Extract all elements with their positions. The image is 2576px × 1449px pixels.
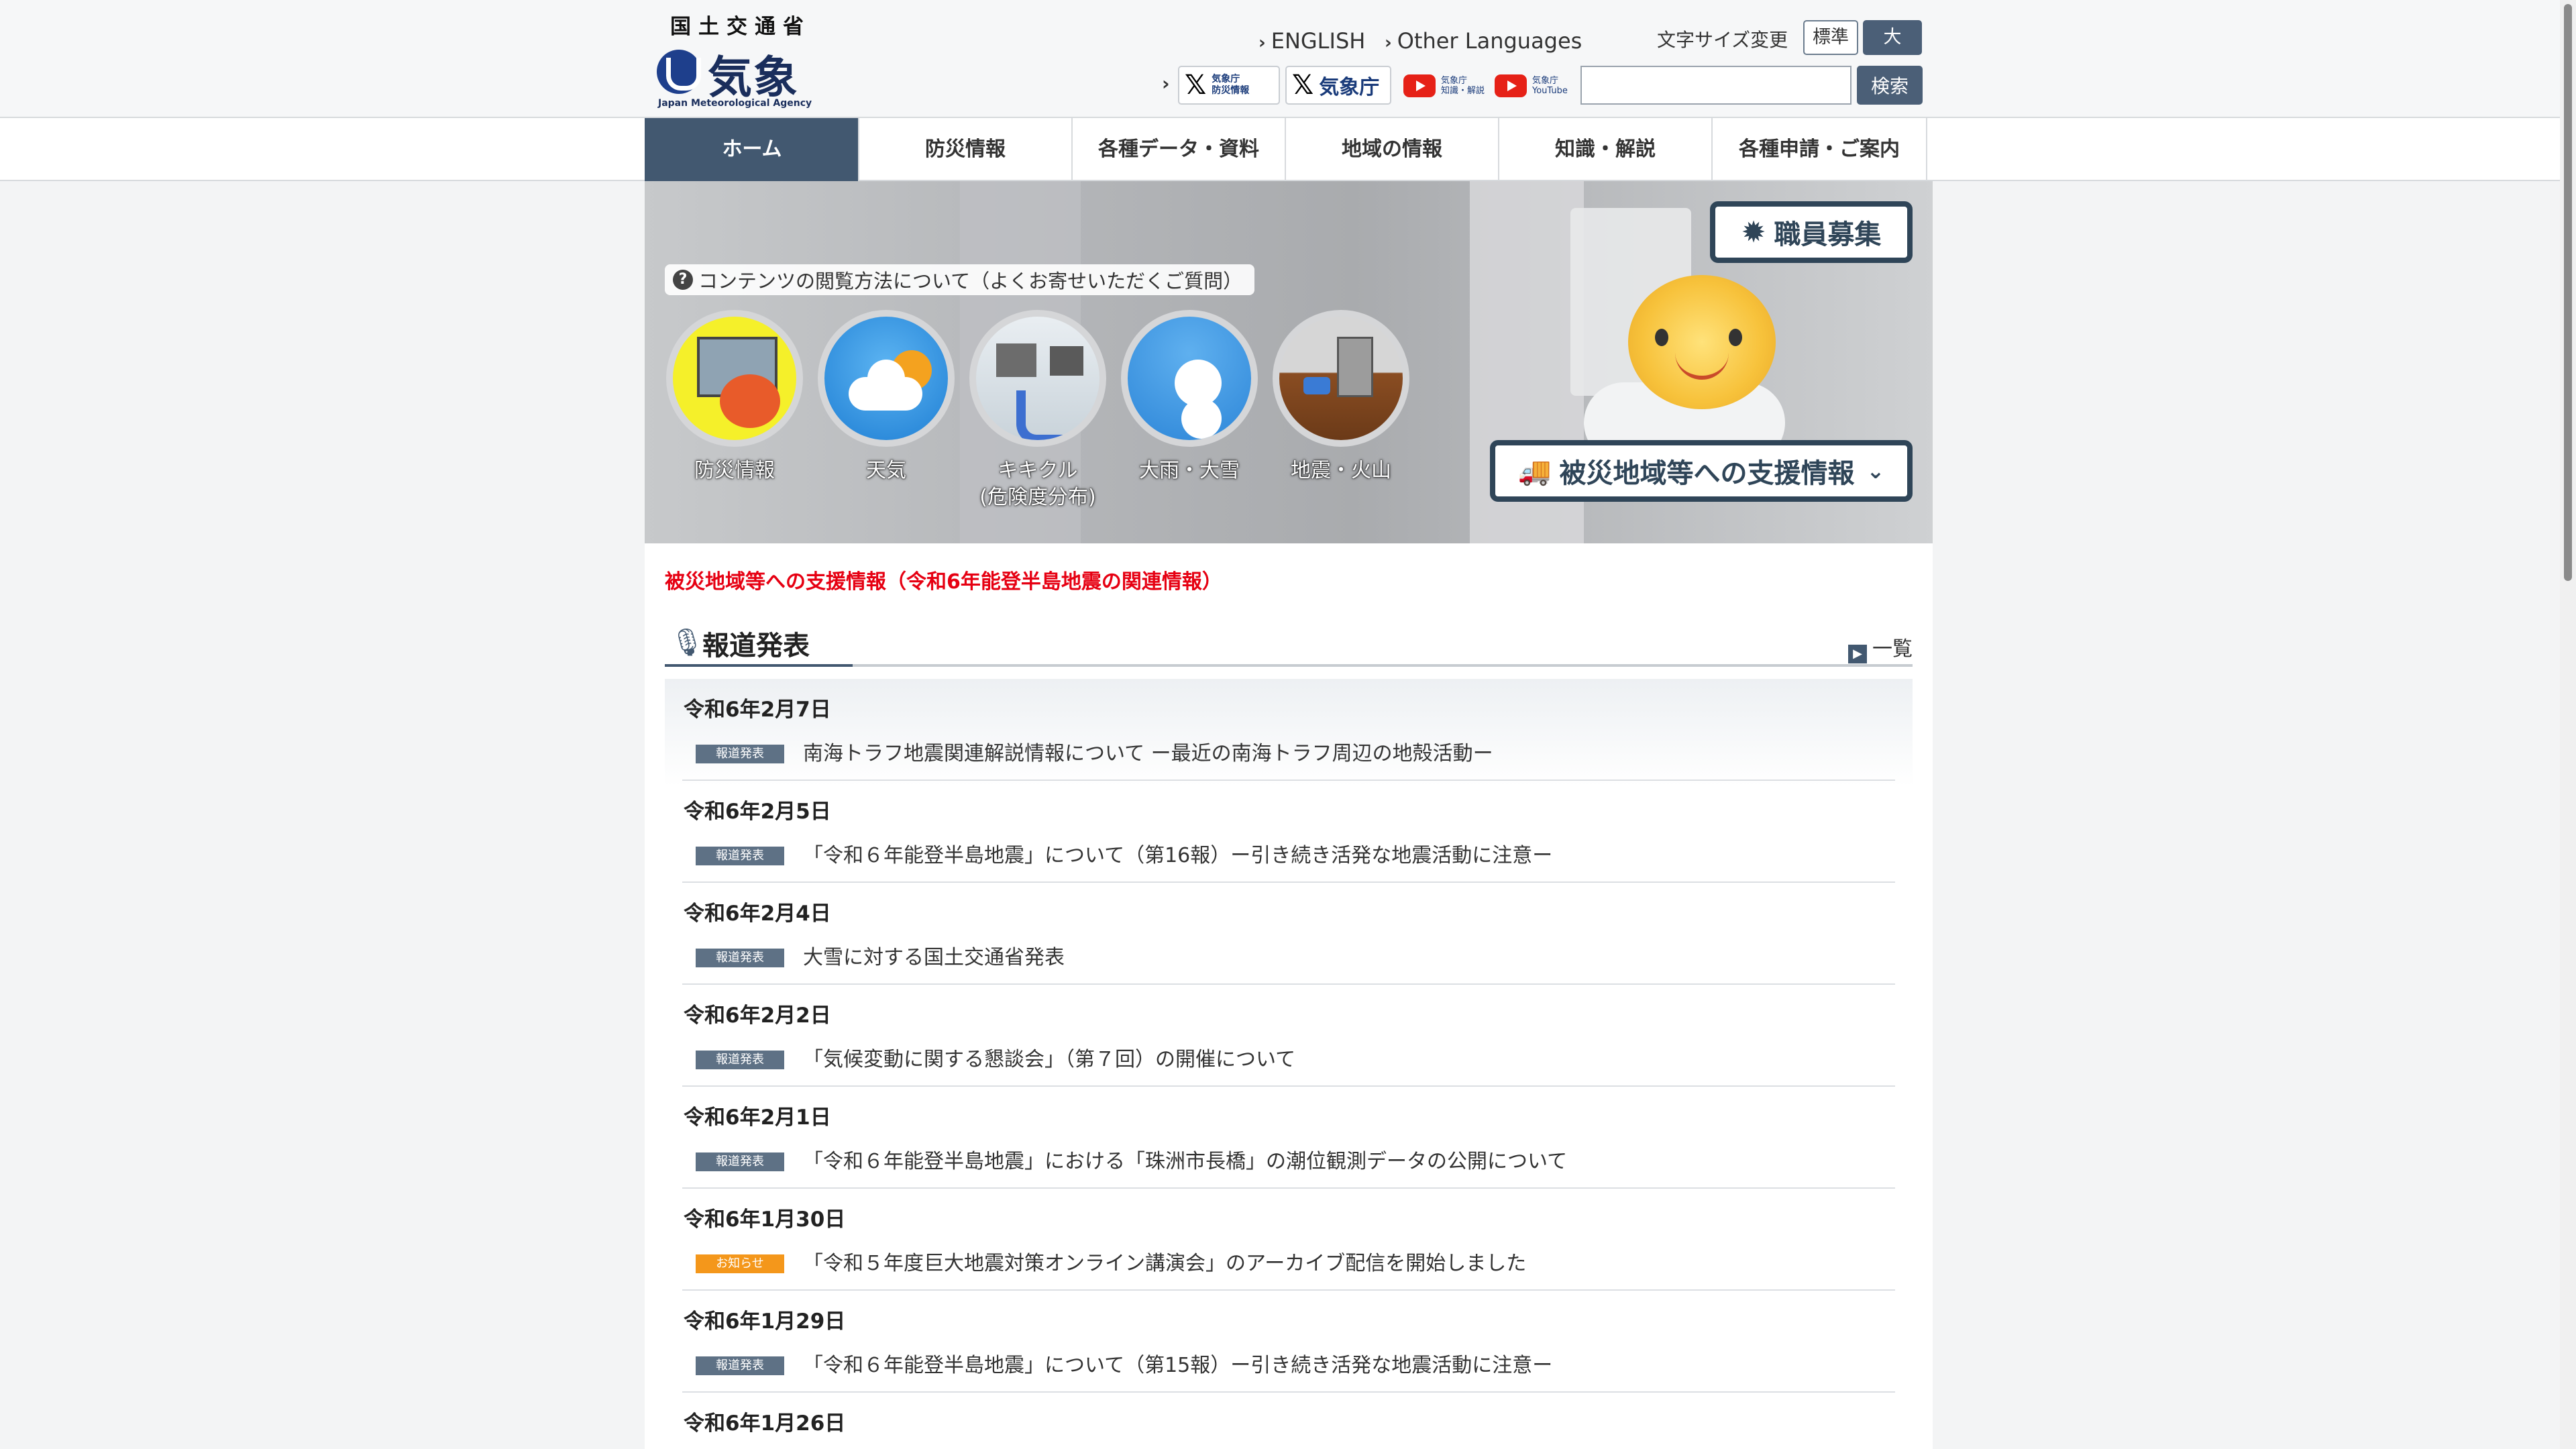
site-header: 国土交通省 気象庁 Japan Meteorological Agency ›E… bbox=[0, 0, 2576, 168]
microphone-icon: 🎙 bbox=[670, 627, 704, 658]
press-title-link[interactable]: 「令和５年度巨大地震対策オンライン講演会」のアーカイブ配信を開始しました bbox=[803, 1246, 1526, 1276]
nav-item-data[interactable]: 各種データ・資料 bbox=[1071, 118, 1285, 181]
youtube-chishiki-link[interactable]: 気象庁 知識・解説 bbox=[1403, 71, 1485, 101]
nav-item-bousai[interactable]: 防災情報 bbox=[858, 118, 1071, 181]
press-title-link[interactable]: 「令和６年能登半島地震」について（第16報）ー引き続き活発な地震活動に注意ー bbox=[803, 839, 1552, 868]
press-title-link[interactable]: 大雪に対する国土交通省発表 bbox=[803, 941, 1065, 970]
kikikuru-icon bbox=[969, 310, 1106, 447]
press-date: 令和6年2月4日 bbox=[684, 902, 831, 926]
press-date: 令和6年2月5日 bbox=[684, 800, 831, 824]
jma-mark-icon bbox=[657, 50, 701, 94]
hero-button-heavy-rain-snow[interactable]: 大雨・大雪 bbox=[1120, 310, 1259, 484]
x-logo-icon: 𝕏 bbox=[1292, 70, 1314, 101]
play-arrow-icon: ▶ bbox=[1848, 645, 1867, 663]
chevron-right-icon: › bbox=[1162, 72, 1170, 95]
press-title-link[interactable]: 南海トラフ地震関連解説情報について ー最近の南海トラフ周辺の地殻活動ー bbox=[803, 737, 1493, 766]
gear-mascot-icon: ✹ bbox=[1741, 215, 1766, 250]
search-input[interactable] bbox=[1580, 66, 1851, 105]
press-item[interactable]: 令和6年1月30日 お知らせ 「令和５年度巨大地震対策オンライン講演会」のアーカ… bbox=[682, 1189, 1895, 1291]
nav-item-knowledge[interactable]: 知識・解説 bbox=[1498, 118, 1711, 181]
press-tag: 報道発表 bbox=[696, 949, 784, 967]
press-item[interactable]: 令和6年1月29日 報道発表 「令和６年能登半島地震」について（第15報）ー引き… bbox=[682, 1291, 1895, 1393]
question-icon: ? bbox=[673, 270, 693, 290]
font-size-large-button[interactable]: 大 bbox=[1863, 20, 1922, 55]
press-date: 令和6年1月26日 bbox=[684, 1411, 846, 1436]
disaster-support-alert-link[interactable]: 被災地域等への支援情報（令和6年能登半島地震の関連情報） bbox=[665, 565, 1222, 594]
nav-item-region[interactable]: 地域の情報 bbox=[1285, 118, 1498, 181]
press-date: 令和6年1月29日 bbox=[684, 1309, 846, 1334]
page-scrollbar[interactable] bbox=[2560, 0, 2576, 1449]
notice-tag: お知らせ bbox=[696, 1254, 784, 1273]
press-title-link[interactable]: 「気候変動に関する懇談会」（第７回）の開催について bbox=[803, 1042, 1295, 1072]
press-date: 令和6年2月1日 bbox=[684, 1106, 831, 1130]
jma-logo[interactable]: 国土交通省 気象庁 Japan Meteorological Agency bbox=[654, 9, 828, 168]
press-item[interactable]: 令和6年2月4日 報道発表 大雪に対する国土交通省発表 bbox=[682, 883, 1895, 985]
hare-run-mascot-image bbox=[1628, 275, 1776, 409]
weather-icon bbox=[818, 310, 955, 447]
press-date: 令和6年2月2日 bbox=[684, 1004, 831, 1028]
hero-banner: ? コンテンツの閲覧方法について（よくお寄せいただくご質問） 防災情報 天気 キ… bbox=[645, 181, 1933, 543]
youtube-jma-link[interactable]: 気象庁 YouTube bbox=[1495, 71, 1568, 101]
chevron-right-icon: › bbox=[1385, 33, 1392, 53]
press-date: 令和6年2月7日 bbox=[684, 698, 831, 722]
faq-link[interactable]: ? コンテンツの閲覧方法について（よくお寄せいただくご質問） bbox=[665, 264, 1255, 295]
hero-button-earthquake-volcano[interactable]: 地震・火山 bbox=[1271, 310, 1411, 484]
nav-item-home[interactable]: ホーム bbox=[645, 118, 858, 181]
bousai-icon bbox=[666, 310, 803, 447]
agency-name-en: Japan Meteorological Agency bbox=[658, 98, 812, 109]
recruit-button[interactable]: ✹ 職員募集 bbox=[1710, 201, 1913, 263]
press-tag: 報道発表 bbox=[696, 745, 784, 763]
search-button[interactable]: 検索 bbox=[1857, 66, 1923, 105]
scrollbar-thumb[interactable] bbox=[2564, 4, 2572, 581]
global-nav: ホーム 防災情報 各種データ・資料 地域の情報 知識・解説 各種申請・ご案内 bbox=[0, 118, 2576, 181]
press-tag: 報道発表 bbox=[696, 847, 784, 865]
press-item[interactable]: 令和6年2月7日 報道発表 南海トラフ地震関連解説情報について ー最近の南海トラ… bbox=[682, 679, 1895, 781]
nav-item-applications[interactable]: 各種申請・ご案内 bbox=[1711, 118, 1927, 181]
chevron-right-icon: › bbox=[1258, 33, 1266, 53]
press-item[interactable]: 令和6年2月5日 報道発表 「令和６年能登半島地震」について（第16報）ー引き続… bbox=[682, 781, 1895, 883]
hero-button-weather[interactable]: 天気 bbox=[816, 310, 956, 484]
main-content: 被災地域等への支援情報（令和6年能登半島地震の関連情報） 🎙 報道発表 ▶ 一覧 … bbox=[645, 543, 1933, 1449]
earthquake-volcano-icon bbox=[1273, 310, 1409, 447]
press-list-all-link[interactable]: ▶ 一覧 bbox=[1848, 632, 1913, 663]
section-title: 報道発表 bbox=[702, 631, 810, 661]
x-logo-icon: 𝕏 bbox=[1185, 70, 1207, 101]
press-title-link[interactable]: 「令和６年能登半島地震」における「珠洲市長橋」の潮位観測データの公開について bbox=[803, 1144, 1567, 1174]
press-item[interactable]: 令和6年1月26日 bbox=[682, 1393, 1895, 1449]
youtube-icon bbox=[1403, 74, 1436, 97]
press-release-heading: 🎙 報道発表 ▶ 一覧 bbox=[665, 617, 1913, 667]
ministry-name: 国土交通省 bbox=[670, 15, 811, 39]
chevron-down-icon: ⌄ bbox=[1866, 458, 1885, 484]
press-title-link[interactable]: 「令和６年能登半島地震」について（第15報）ー引き続き活発な地震活動に注意ー bbox=[803, 1348, 1552, 1378]
press-tag: 報道発表 bbox=[696, 1051, 784, 1069]
english-link[interactable]: › ENGLISH bbox=[1258, 28, 1365, 54]
font-size-standard-button[interactable]: 標準 bbox=[1803, 20, 1858, 55]
hero-button-kikikuru[interactable]: キキクル (危険度分布) bbox=[968, 310, 1108, 511]
font-size-label: 文字サイズ変更 bbox=[1657, 29, 1788, 51]
truck-icon: 🚚 bbox=[1517, 455, 1552, 487]
x-bousai-link[interactable]: 𝕏 気象庁 防災情報 bbox=[1178, 66, 1280, 105]
press-tag: 報道発表 bbox=[696, 1152, 784, 1171]
other-languages-link[interactable]: › Other Languages bbox=[1385, 28, 1582, 54]
press-item[interactable]: 令和6年2月1日 報道発表 「令和６年能登半島地震」における「珠洲市長橋」の潮位… bbox=[682, 1087, 1895, 1189]
disaster-support-button[interactable]: 🚚 被災地域等への支援情報 ⌄ bbox=[1490, 440, 1913, 502]
youtube-icon bbox=[1495, 74, 1527, 97]
press-date: 令和6年1月30日 bbox=[684, 1208, 846, 1232]
press-item[interactable]: 令和6年2月2日 報道発表 「気候変動に関する懇談会」（第７回）の開催について bbox=[682, 985, 1895, 1087]
heavy-rain-snow-icon bbox=[1121, 310, 1258, 447]
press-release-list: 令和6年2月7日 報道発表 南海トラフ地震関連解説情報について ー最近の南海トラ… bbox=[665, 679, 1913, 1449]
x-jma-link[interactable]: 𝕏 気象庁 bbox=[1285, 66, 1391, 105]
press-tag: 報道発表 bbox=[696, 1356, 784, 1375]
hero-button-bousai[interactable]: 防災情報 bbox=[665, 310, 804, 484]
